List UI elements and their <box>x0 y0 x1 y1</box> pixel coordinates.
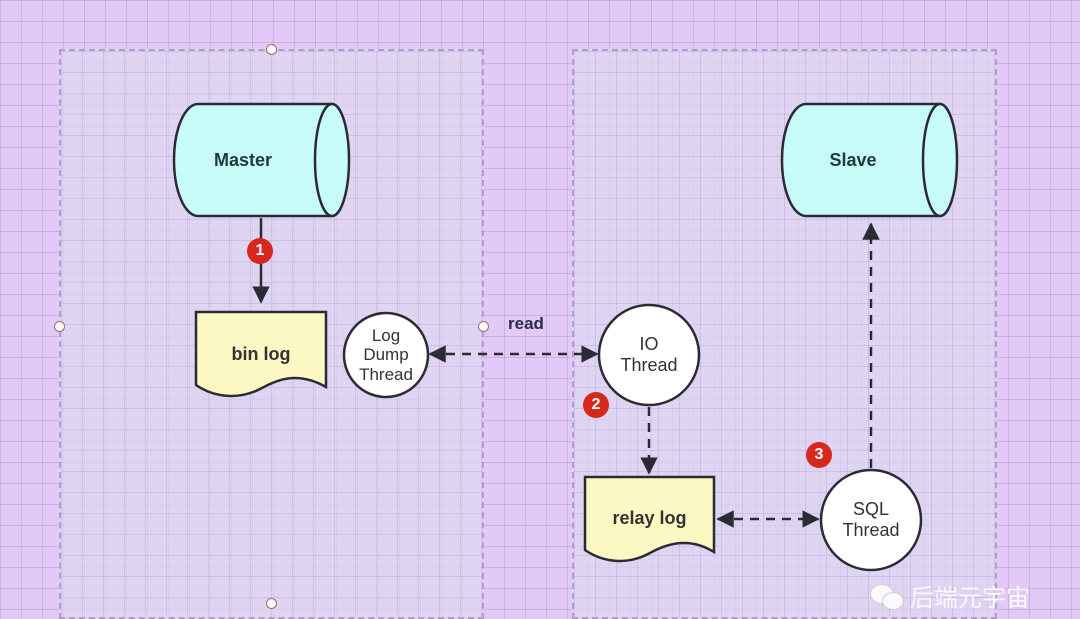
master-label: Master <box>213 149 273 170</box>
log-dump-thread-line-1: Log <box>371 325 401 345</box>
slave-label: Slave <box>829 149 877 170</box>
resize-handle-left[interactable] <box>54 321 65 332</box>
sql-thread-line-2: Thread <box>842 520 900 540</box>
log-dump-thread-label: Log Dump Thread <box>344 320 428 390</box>
step-badge-3: 3 <box>806 442 832 468</box>
relay-log-label: relay log <box>612 507 687 528</box>
bin-log-label: bin log <box>231 343 291 364</box>
log-dump-thread-line-2: Dump <box>363 345 409 365</box>
edge-read-label: read <box>508 314 544 333</box>
io-thread-label: IO Thread <box>599 330 699 380</box>
log-dump-thread-line-3: Thread <box>359 364 413 384</box>
sql-thread-label: SQL Thread <box>821 495 921 545</box>
io-thread-line-2: Thread <box>620 355 678 375</box>
sql-thread-line-1: SQL <box>852 499 890 520</box>
step-badge-1: 1 <box>247 238 273 264</box>
wechat-icon <box>870 582 904 610</box>
resize-handle-right[interactable] <box>478 321 489 332</box>
resize-handle-bottom[interactable] <box>266 598 277 609</box>
io-thread-line-1: IO <box>639 334 659 355</box>
resize-handle-top[interactable] <box>266 44 277 55</box>
step-badge-2: 2 <box>583 392 609 418</box>
